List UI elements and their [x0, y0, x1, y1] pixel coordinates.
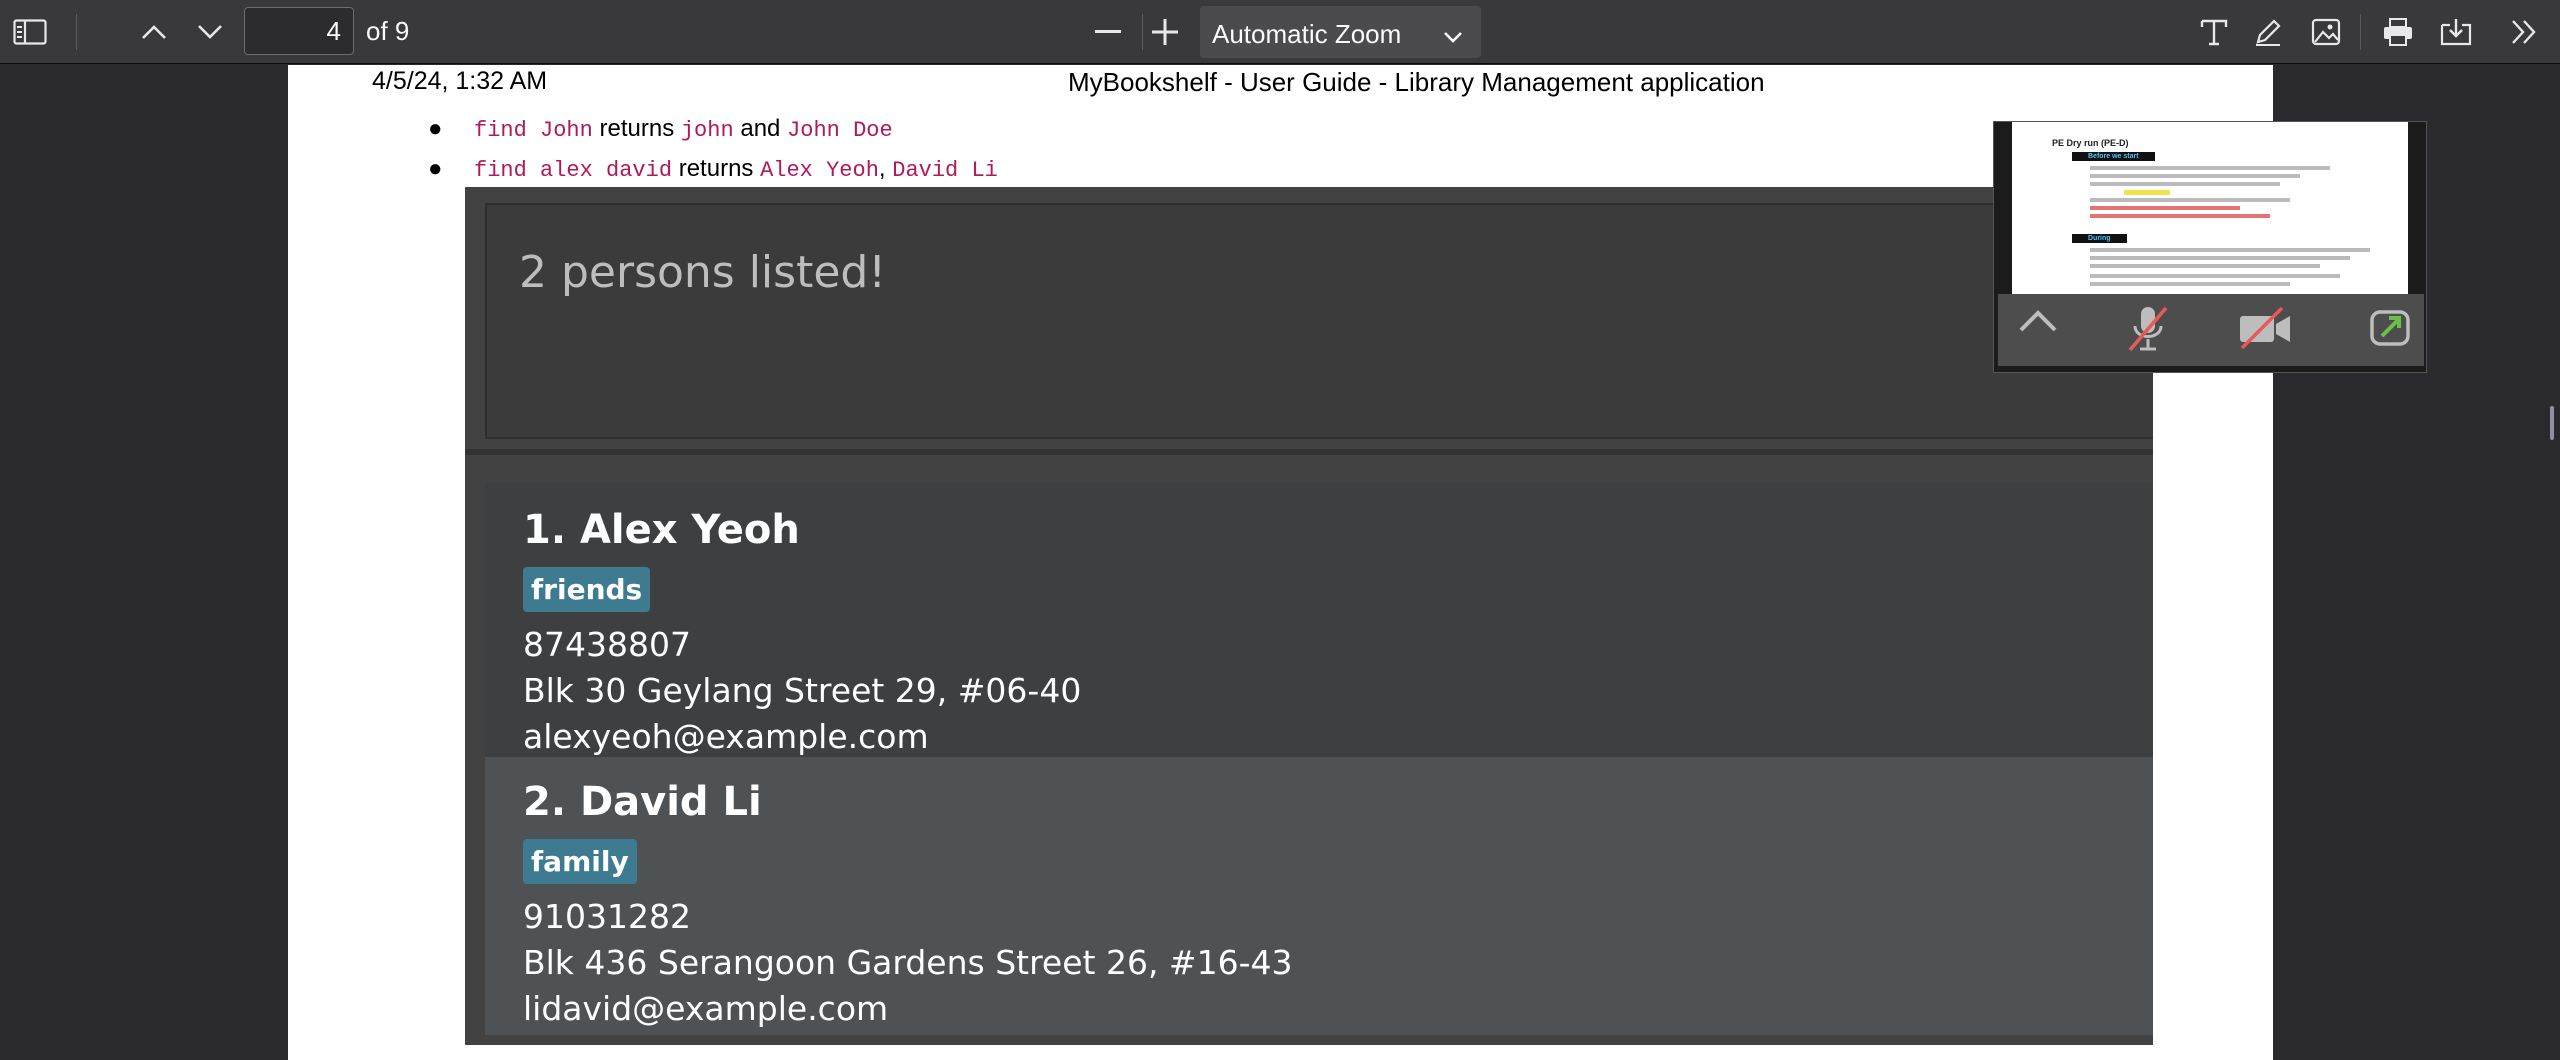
list-item: find alex david returns Alex Yeoh, David…	[474, 155, 998, 183]
chevron-down-icon	[1443, 20, 1463, 51]
bullet-icon: ●	[428, 155, 443, 182]
text-icon	[2199, 17, 2229, 47]
person-phone: 87438807	[523, 625, 691, 664]
collapse-button[interactable]	[2018, 308, 2058, 339]
image-icon	[2311, 18, 2341, 46]
person-card: 2. David Li family 91031282 Blk 436 Sera…	[485, 757, 2153, 1035]
tag-badge: friends	[523, 567, 651, 612]
text-tool-button[interactable]	[2192, 10, 2236, 54]
result-display: 2 persons listed!	[485, 203, 2153, 439]
person-card: 1. Alex Yeoh friends 87438807 Blk 30 Gey…	[485, 483, 2153, 761]
result-message: 2 persons listed!	[519, 247, 886, 298]
person-name: 1. Alex Yeoh	[523, 507, 800, 553]
inline-code: find John	[474, 118, 593, 143]
zoom-in-button[interactable]	[1143, 10, 1187, 54]
zoom-select[interactable]: Automatic Zoom	[1200, 6, 1481, 58]
divider	[465, 449, 2153, 455]
person-address: Blk 30 Geylang Street 29, #06-40	[523, 671, 1082, 710]
pencil-icon	[2253, 17, 2283, 47]
list-item: find John returns john and John Doe	[474, 115, 893, 143]
toolbar-separator	[76, 14, 77, 50]
sidebar-toggle-button[interactable]	[8, 10, 52, 54]
list-text: returns	[592, 115, 681, 142]
pdf-page: 4/5/24, 1:32 AM MyBookshelf - User Guide…	[288, 65, 2273, 1060]
mute-button[interactable]	[2128, 304, 2168, 359]
print-title: MyBookshelf - User Guide - Library Manag…	[1068, 67, 1765, 97]
bullet-icon: ●	[428, 115, 443, 142]
share-screen-button[interactable]	[2368, 306, 2412, 355]
person-phone: 91031282	[523, 897, 691, 936]
person-email: alexyeoh@example.com	[523, 717, 929, 756]
chevron-up-icon	[2018, 308, 2058, 339]
inline-code: Alex Yeoh	[760, 158, 879, 183]
scrollbar-thumb[interactable]	[2550, 406, 2554, 440]
shared-doc-section: Before we start	[2072, 152, 2155, 161]
download-icon	[2440, 17, 2472, 47]
list-text: ,	[878, 155, 893, 182]
shared-screen-preview: PE Dry run (PE-D) Before we start During	[2012, 122, 2408, 294]
image-tool-button[interactable]	[2304, 10, 2348, 54]
draw-tool-button[interactable]	[2246, 10, 2290, 54]
save-button[interactable]	[2434, 10, 2478, 54]
shared-doc-title: PE Dry run (PE-D)	[2052, 138, 2129, 148]
inline-code: David Li	[892, 158, 998, 183]
minus-icon	[1095, 30, 1121, 34]
chevron-down-icon	[197, 24, 223, 40]
inline-code: john	[680, 118, 734, 143]
list-text: returns	[672, 155, 761, 182]
video-call-overlay[interactable]: PE Dry run (PE-D) Before we start During	[1993, 121, 2427, 373]
chevron-up-icon	[141, 24, 167, 40]
share-screen-icon	[2368, 306, 2412, 355]
print-button[interactable]	[2376, 10, 2420, 54]
call-controls	[1998, 294, 2424, 366]
shared-doc-section: During	[2072, 234, 2127, 243]
inline-code: find alex david	[474, 158, 673, 183]
person-address: Blk 436 Serangoon Gardens Street 26, #16…	[523, 943, 1293, 982]
print-icon	[2382, 17, 2414, 47]
page-number-input[interactable]	[244, 7, 354, 55]
plus-icon	[1152, 19, 1178, 45]
person-name: 2. David Li	[523, 779, 762, 825]
zoom-out-button[interactable]	[1086, 10, 1130, 54]
zoom-select-value: Automatic Zoom	[1212, 19, 1402, 49]
app-screenshot: 2 persons listed! 1. Alex Yeoh friends 8…	[465, 187, 2153, 1045]
page-count-label: of 9	[366, 16, 410, 46]
microphone-off-icon	[2128, 304, 2168, 359]
sidebar-toggle-icon	[13, 18, 47, 46]
print-date: 4/5/24, 1:32 AM	[372, 67, 548, 95]
camera-button[interactable]	[2238, 306, 2292, 355]
double-chevron-right-icon	[2510, 19, 2538, 45]
next-page-button[interactable]	[188, 10, 232, 54]
toolbar-separator	[2360, 14, 2361, 50]
inline-code: John Doe	[787, 118, 893, 143]
list-text: and	[733, 115, 788, 142]
pdf-toolbar: of 9 Automatic Zoom	[0, 0, 2560, 64]
tools-menu-button[interactable]	[2502, 10, 2546, 54]
person-email: lidavid@example.com	[523, 989, 889, 1028]
camera-off-icon	[2238, 306, 2292, 355]
tag-badge: family	[523, 839, 637, 884]
previous-page-button[interactable]	[132, 10, 176, 54]
